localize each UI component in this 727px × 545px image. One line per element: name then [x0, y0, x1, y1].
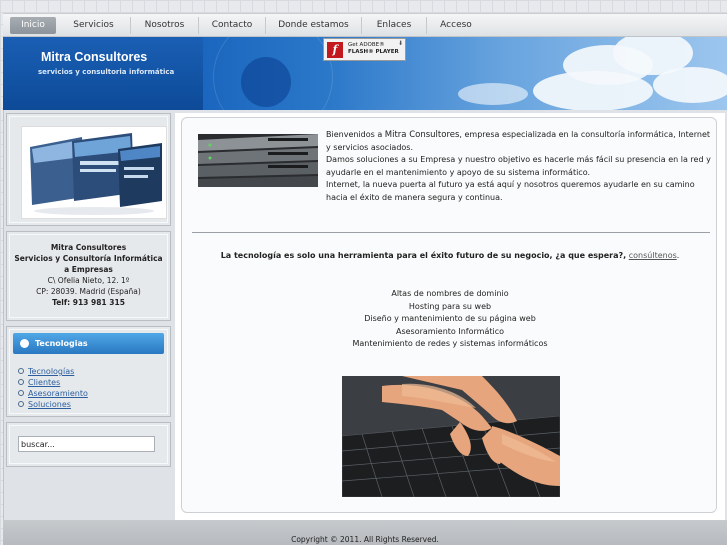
footer: Copyright © 2011. All Rights Reserved.: [3, 520, 727, 545]
search-box: [6, 422, 171, 467]
list-item: Clientes: [18, 377, 88, 388]
services-list: Altas de nombres de dominio Hosting para…: [182, 288, 718, 351]
list-item: Altas de nombres de dominio: [391, 289, 509, 298]
intro-text: Bienvenidos a Mitra Consultores, empresa…: [326, 129, 712, 204]
main-panel: Bienvenidos a Mitra Consultores, empresa…: [175, 113, 725, 520]
intro-company: Mitra Consultores: [384, 130, 460, 140]
server-rack-image: [198, 134, 318, 187]
list-item: Asesoramiento Informático: [395, 326, 505, 336]
link-clientes[interactable]: Clientes: [28, 378, 60, 387]
banner-circle: [241, 57, 291, 107]
list-item: Diseño y mantenimiento de su página web: [364, 314, 536, 323]
address-city: CP: 28039. Madrid (España): [36, 287, 141, 296]
intro-para-2: Damos soluciones a su Empresa y nuestro …: [326, 155, 711, 177]
company-name: Mitra Consultores: [50, 243, 127, 252]
site-title: Mitra Consultores: [41, 50, 148, 64]
tech-menu-label: Tecnologias: [35, 339, 88, 348]
circle-bullet-icon: [18, 368, 24, 374]
list-item: Hosting para su web: [408, 301, 492, 311]
top-nav: Inicio Servicios Nosotros Contacto Donde…: [3, 13, 727, 37]
tagline-text: La tecnología es solo una herramienta pa…: [220, 251, 627, 260]
address-block: Mitra Consultores Servicios y Consultorí…: [13, 242, 164, 308]
nav-acceso[interactable]: Acceso: [427, 17, 485, 34]
phone-number: Telf: 913 981 315: [52, 298, 125, 307]
cloud-shape: [653, 67, 727, 103]
bullet-icon: [20, 339, 29, 348]
company-tagline: Servicios y Consultoría Informática a Em…: [14, 254, 163, 274]
flash-logo-icon: f: [327, 42, 343, 58]
cloud-shape: [533, 71, 653, 110]
divider: [192, 232, 710, 233]
cloud-shape: [458, 83, 528, 105]
download-arrow-icon: ⬇: [397, 40, 403, 47]
list-item: Asesoramiento: [18, 388, 88, 399]
nav-contacto[interactable]: Contacto: [199, 17, 266, 34]
list-item: Tecnologías: [18, 366, 88, 377]
search-input[interactable]: [18, 436, 155, 452]
site-preview-box: [6, 113, 171, 226]
tech-menu-header[interactable]: Tecnologias: [13, 333, 164, 354]
nav-donde-estamos[interactable]: Donde estamos: [266, 17, 362, 34]
circle-bullet-icon: [18, 379, 24, 385]
main-content: Bienvenidos a Mitra Consultores, empresa…: [181, 117, 717, 513]
intro-welcome: Bienvenidos a: [326, 130, 385, 139]
circle-bullet-icon: [18, 401, 24, 407]
address-street: C\ Ofelia Nieto, 12. 1º: [47, 276, 130, 285]
page: Inicio Servicios Nosotros Contacto Donde…: [3, 0, 727, 545]
header-banner: Mitra Consultores servicios y consultori…: [3, 37, 727, 110]
site-subtitle: servicios y consultoria informática: [38, 68, 175, 76]
nav-inicio[interactable]: Inicio: [10, 17, 56, 34]
list-item: Soluciones: [18, 399, 88, 410]
address-box: Mitra Consultores Servicios y Consultorí…: [6, 231, 171, 321]
link-soluciones[interactable]: Soluciones: [28, 400, 71, 409]
intro-para-3: Internet, la nueva puerta al futuro ya e…: [326, 180, 695, 202]
list-item: Mantenimiento de redes y sistemas inform…: [352, 339, 548, 348]
typing-hands-image: [342, 376, 560, 497]
link-asesoramiento[interactable]: Asesoramiento: [28, 389, 88, 398]
website-preview-image: [21, 126, 167, 219]
tech-box: Tecnologias Tecnologías Clientes Asesora…: [6, 326, 171, 417]
link-tecnologias[interactable]: Tecnologías: [28, 367, 74, 376]
nav-enlaces[interactable]: Enlaces: [362, 17, 427, 34]
consultenos-link[interactable]: consúltenos: [629, 251, 677, 260]
tagline-period: .: [676, 251, 680, 260]
flash-line-1: Get ADOBE®: [348, 42, 385, 48]
tech-links: Tecnologías Clientes Asesoramiento Soluc…: [18, 366, 88, 410]
flash-line-2: FLASH® PLAYER: [348, 49, 399, 55]
get-flash-player-button[interactable]: f Get ADOBE® FLASH® PLAYER ⬇: [323, 38, 406, 61]
tagline: La tecnología es solo una herramienta pa…: [182, 251, 718, 260]
circle-bullet-icon: [18, 390, 24, 396]
copyright-text: Copyright © 2011. All Rights Reserved.: [291, 535, 439, 544]
nav-servicios[interactable]: Servicios: [57, 17, 131, 34]
nav-nosotros[interactable]: Nosotros: [131, 17, 199, 34]
